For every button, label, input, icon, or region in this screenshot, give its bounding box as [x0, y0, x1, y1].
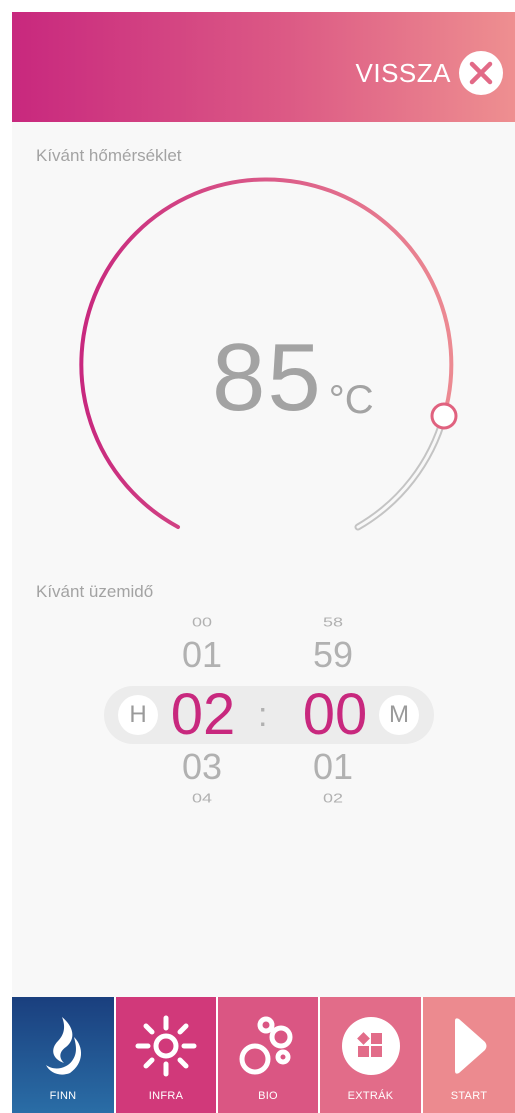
- hours-unit-badge: H: [118, 695, 158, 735]
- time-separator: :: [258, 696, 268, 734]
- gauge-track-inner: [356, 414, 446, 529]
- hours-selected[interactable]: 02: [153, 686, 253, 744]
- temperature-gauge[interactable]: [12, 12, 515, 572]
- nav-item-bio[interactable]: BIO: [216, 997, 318, 1113]
- minutes-far-above[interactable]: 58: [293, 615, 373, 630]
- hours-far-above[interactable]: 00: [162, 615, 242, 630]
- nav-item-extrak[interactable]: EXTRÁK: [318, 997, 421, 1113]
- gauge-track: [354, 412, 448, 531]
- nav-label-start: START: [450, 1090, 488, 1102]
- gauge-handle[interactable]: [430, 402, 458, 430]
- nav-label-extrak: EXTRÁK: [347, 1090, 394, 1102]
- nav-item-start[interactable]: START: [421, 997, 515, 1113]
- hours-below[interactable]: 03: [162, 746, 242, 788]
- temperature-unit: °C: [328, 378, 374, 422]
- runtime-label: Kívánt üzemidő: [36, 582, 154, 601]
- minutes-selected[interactable]: 00: [285, 686, 385, 744]
- sun-icon: [135, 1015, 197, 1077]
- nav-label-finn: FINN: [49, 1090, 77, 1102]
- nav-label-infra: INFRA: [148, 1090, 184, 1102]
- minutes-unit-badge: M: [379, 695, 419, 735]
- hours-far-below[interactable]: 04: [162, 791, 242, 806]
- temperature-readout: 85 °C: [212, 330, 374, 426]
- minutes-above[interactable]: 59: [293, 634, 373, 676]
- temperature-value: 85: [212, 324, 323, 431]
- nav-item-infra[interactable]: INFRA: [114, 997, 216, 1113]
- bottom-nav: FINN INFRA BIO EXTRÁK START: [12, 997, 515, 1113]
- bubbles-icon: [237, 1015, 299, 1077]
- hours-above[interactable]: 01: [162, 634, 242, 676]
- flame-icon: [40, 1015, 86, 1077]
- play-icon: [447, 1015, 491, 1077]
- nav-item-finn[interactable]: FINN: [12, 997, 114, 1113]
- nav-label-bio: BIO: [258, 1090, 278, 1102]
- extras-icon: [340, 1015, 402, 1077]
- minutes-far-below[interactable]: 02: [293, 791, 373, 806]
- screen: VISSZA Kívánt hőmérséklet 85 °C Kívánt ü…: [12, 12, 515, 1113]
- minutes-below[interactable]: 01: [293, 746, 373, 788]
